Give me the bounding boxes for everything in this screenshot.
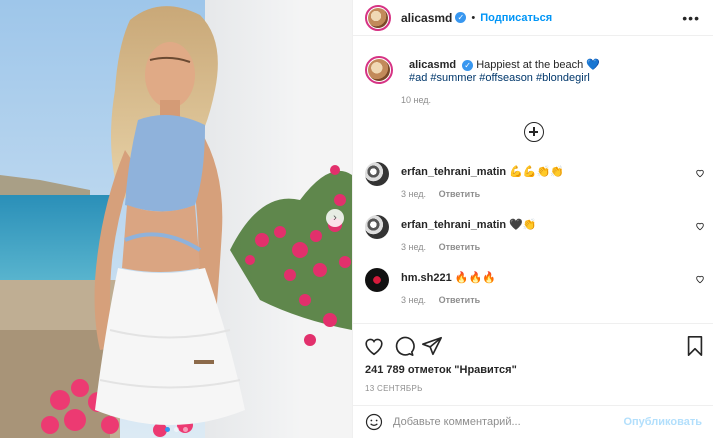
comment-username[interactable]: erfan_tehrani_matin bbox=[401, 219, 506, 231]
comment-body: 🔥🔥🔥 bbox=[454, 272, 496, 284]
avatar[interactable] bbox=[365, 56, 393, 84]
comment-body: 💪💪👏👏 bbox=[509, 166, 565, 178]
likes-count[interactable]: 241 789 отметок "Нравится" bbox=[365, 364, 517, 376]
comment-meta: 3 нед. Ответить bbox=[401, 295, 490, 305]
more-options-icon[interactable]: ••• bbox=[682, 10, 700, 26]
comment-icon[interactable] bbox=[393, 335, 415, 357]
post-actions-bar bbox=[353, 323, 713, 367]
hashtag-links[interactable]: #ad #summer #offseason #blondegirl bbox=[409, 72, 590, 84]
post-photo[interactable]: › bbox=[0, 0, 352, 438]
heart-icon[interactable] bbox=[695, 221, 705, 231]
heart-icon[interactable] bbox=[363, 335, 385, 357]
comment-item: erfan_tehrani_matin 🖤👏 3 нед. Ответить bbox=[365, 215, 705, 259]
avatar[interactable] bbox=[365, 215, 389, 239]
chevron-right-icon: › bbox=[333, 211, 337, 224]
bookmark-icon[interactable] bbox=[684, 335, 706, 357]
next-slide-button[interactable]: › bbox=[326, 209, 344, 227]
comment-username[interactable]: erfan_tehrani_matin bbox=[401, 166, 506, 178]
comment-input[interactable]: Добавьте комментарий... bbox=[393, 416, 623, 428]
caption-body: Happiest at the beach 💙 bbox=[476, 59, 600, 71]
paper-plane-icon[interactable] bbox=[421, 335, 443, 357]
avatar[interactable] bbox=[365, 162, 389, 186]
load-more-comments-button[interactable] bbox=[524, 122, 544, 142]
comment-item: erfan_tehrani_matin 💪💪👏👏 3 нед. Ответить bbox=[365, 162, 705, 206]
comments-area[interactable]: alicasmd ✓ Happiest at the beach 💙 #ad #… bbox=[353, 37, 713, 322]
verified-badge-icon: ✓ bbox=[455, 12, 467, 23]
follow-button[interactable]: Подписаться bbox=[480, 12, 552, 24]
separator-dot: • bbox=[471, 11, 476, 24]
carousel-indicator bbox=[0, 427, 352, 432]
heart-icon[interactable] bbox=[695, 168, 705, 178]
carousel-dot bbox=[173, 427, 179, 432]
caption-text: alicasmd ✓ Happiest at the beach 💙 #ad #… bbox=[409, 59, 699, 85]
reply-button[interactable]: Ответить bbox=[439, 189, 481, 199]
post-date: 13 СЕНТЯБРЬ bbox=[365, 384, 423, 393]
comment-text: erfan_tehrani_matin 💪💪👏👏 bbox=[401, 165, 564, 178]
comment-meta: 3 нед. Ответить bbox=[401, 189, 490, 199]
comment-username[interactable]: hm.sh221 bbox=[401, 272, 452, 284]
comment-meta: 3 нед. Ответить bbox=[401, 242, 490, 252]
carousel-dot bbox=[164, 427, 170, 432]
post-header: alicasmd ✓ • Подписаться ••• bbox=[353, 0, 713, 36]
carousel-dot bbox=[182, 427, 188, 432]
comment-text: hm.sh221 🔥🔥🔥 bbox=[401, 271, 496, 284]
avatar[interactable] bbox=[365, 268, 389, 292]
reply-button[interactable]: Ответить bbox=[439, 295, 481, 305]
username-link[interactable]: alicasmd bbox=[401, 11, 452, 25]
comment-item: hm.sh221 🔥🔥🔥 3 нед. Ответить bbox=[365, 268, 705, 312]
add-comment-bar: Добавьте комментарий... Опубликовать bbox=[353, 405, 713, 438]
publish-comment-button[interactable]: Опубликовать bbox=[623, 416, 702, 428]
comment-timestamp: 3 нед. bbox=[401, 242, 427, 252]
comment-timestamp: 3 нед. bbox=[401, 189, 427, 199]
beach-photo-image bbox=[0, 0, 352, 438]
comment-body: 🖤👏 bbox=[509, 219, 537, 231]
comment-timestamp: 3 нед. bbox=[401, 295, 427, 305]
avatar[interactable] bbox=[365, 4, 391, 31]
post-details-panel: alicasmd ✓ • Подписаться ••• alicasmd ✓ … bbox=[352, 0, 713, 438]
heart-icon[interactable] bbox=[695, 274, 705, 284]
smiley-icon[interactable] bbox=[365, 413, 383, 431]
caption-username[interactable]: alicasmd bbox=[409, 59, 456, 71]
reply-button[interactable]: Ответить bbox=[439, 242, 481, 252]
verified-badge-icon: ✓ bbox=[462, 59, 474, 71]
comment-text: erfan_tehrani_matin 🖤👏 bbox=[401, 218, 537, 231]
caption-timestamp: 10 нед. bbox=[401, 95, 432, 105]
